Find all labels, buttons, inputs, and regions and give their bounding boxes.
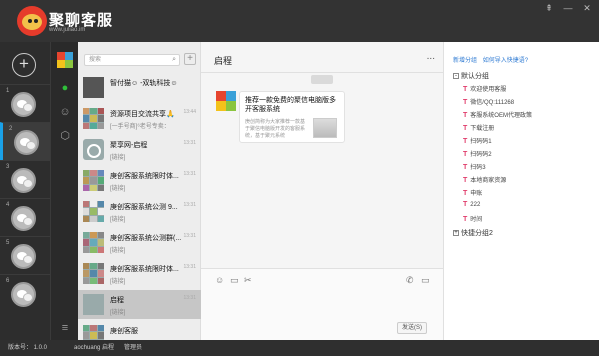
quick-reply-item[interactable]: T 本地商家资源 <box>463 175 506 184</box>
account-6[interactable]: 6 <box>0 274 50 312</box>
video-call-icon[interactable]: ▭ <box>421 275 430 286</box>
time-divider <box>311 75 333 84</box>
link-card-description: 庚创简称为大家推荐一款基于聚信电脑版开发的客服系统，基于聚元系统 <box>245 119 306 139</box>
contacts-icon[interactable]: ☺ <box>57 104 73 120</box>
wechat-avatar-icon <box>11 282 36 307</box>
wechat-avatar-icon <box>11 92 36 117</box>
send-button[interactable]: 发送(S) <box>397 322 427 334</box>
conversation-title: 启程 <box>214 56 233 66</box>
account-4[interactable]: 4 <box>0 198 50 236</box>
chat-item[interactable]: 智付猫☺ -双轨科技☺ <box>78 73 201 102</box>
emoji-icon[interactable]: ☺ <box>215 275 224 285</box>
link-card-image <box>313 118 337 138</box>
status-bar: 版本号： 1.0.0 aochuang 启程 管理员 <box>0 340 599 356</box>
chat-item[interactable]: 庚创客服系统限时体... [链接] 13:31 <box>78 259 201 288</box>
account-1[interactable]: 1 <box>0 84 50 122</box>
account-sidebar: + 1 2 3 4 5 6 <box>0 42 50 340</box>
group-thumbnail <box>83 108 104 129</box>
wechat-avatar-icon <box>11 168 36 193</box>
chat-icon[interactable]: ● <box>57 80 73 96</box>
quick-reply-item[interactable]: T 扫码码2 <box>463 149 492 158</box>
add-group-link[interactable]: 新增分组 <box>453 58 477 64</box>
quick-reply-item[interactable]: T 时间 <box>463 214 482 223</box>
conversation-panel: 启程 ... 推荐一款免费的聚信电脑版多开客服系统 庚创简称为大家推荐一款基于聚… <box>201 42 443 340</box>
account-2[interactable]: 2 <box>0 122 50 160</box>
quick-reply-item[interactable]: T 客服系统OEM代理政策 <box>463 110 532 119</box>
app-url: www.juliao.im <box>49 27 86 33</box>
new-chat-button[interactable]: + <box>184 53 196 65</box>
message-composer[interactable]: ☺ ▭ ✂ ✆ ▭ 发送(S) <box>201 268 443 340</box>
chat-list: 搜索 ⌕ + 智付猫☺ -双轨科技☺ 资源项目交流共享🙏 [一手号商]⁶老号专卖：… <box>78 42 201 346</box>
more-options-button[interactable]: ... <box>427 51 435 62</box>
link-card-title: 推荐一款免费的聚信电脑版多开客服系统 <box>245 97 336 113</box>
quick-reply-item[interactable]: T 222 <box>463 201 480 208</box>
box-icon[interactable]: ⬡ <box>57 128 73 144</box>
group-default[interactable]: - 默认分组 <box>453 71 489 81</box>
pin-button[interactable]: ⇞ <box>543 3 555 14</box>
group-thumbnail <box>83 170 104 191</box>
collapse-icon[interactable]: - <box>453 73 459 80</box>
chat-item[interactable]: 庚创客服系统限时体... [链接] 13:31 <box>78 166 201 195</box>
quick-reply-item[interactable]: T 欢迎使用客服 <box>463 84 506 93</box>
link-card-message[interactable]: 推荐一款免费的聚信电脑版多开客服系统 庚创简称为大家推荐一款基于聚信电脑版开发的… <box>239 91 345 143</box>
add-account-button[interactable]: + <box>12 53 36 77</box>
quick-reply-links: 新增分组 如何导入快捷语? <box>453 55 532 64</box>
chat-item-selected[interactable]: 启程 [链接] 13:31 <box>78 290 201 319</box>
current-user: aochuang 启程 <box>74 345 115 351</box>
quick-reply-item[interactable]: T 申账 <box>463 188 482 197</box>
group-quick-2[interactable]: + 快捷分组2 <box>453 228 493 238</box>
quick-reply-panel: 新增分组 如何导入快捷语? - 默认分组 T 欢迎使用客服 T 微信/QQ:11126… <box>443 42 599 340</box>
title-bar: 聚聊客服 www.juliao.im ⇞ — ✕ <box>0 0 599 42</box>
chat-item[interactable]: 庚创客服系统公测群(... [链接] 13:31 <box>78 228 201 257</box>
folder-icon[interactable]: ▭ <box>230 275 239 286</box>
sender-avatar <box>216 91 236 111</box>
quick-reply-item[interactable]: T 微信/QQ:111268 <box>463 97 514 106</box>
search-input[interactable]: 搜索 ⌕ <box>84 54 180 66</box>
user-role: 管理员 <box>124 345 143 351</box>
chat-thumbnail <box>83 139 104 160</box>
conversation-header: 启程 ... <box>201 42 443 73</box>
import-help-link[interactable]: 如何导入快捷语? <box>483 58 528 64</box>
chat-thumbnail <box>83 77 104 98</box>
my-avatar[interactable] <box>57 52 73 68</box>
app-logo-icon <box>17 6 47 36</box>
group-thumbnail <box>83 263 104 284</box>
phone-icon[interactable]: ✆ <box>406 275 414 286</box>
chat-item[interactable]: 资源项目交流共享🙏 [一手号商]⁶老号专卖： 13:44 <box>78 104 201 133</box>
chat-thumbnail <box>83 294 104 315</box>
nav-iconbar: ● ☺ ⬡ ≡ <box>50 42 78 340</box>
menu-icon[interactable]: ≡ <box>57 320 73 336</box>
version-label: 版本号： 1.0.0 <box>8 345 48 351</box>
minimize-button[interactable]: — <box>562 3 574 13</box>
quick-reply-item[interactable]: T 扫码码1 <box>463 136 492 145</box>
account-3[interactable]: 3 <box>0 160 50 198</box>
wechat-avatar-icon <box>11 244 36 269</box>
scissors-icon[interactable]: ✂ <box>244 275 252 286</box>
search-icon: ⌕ <box>172 56 176 63</box>
wechat-avatar-icon <box>11 206 36 231</box>
group-thumbnail <box>83 201 104 222</box>
chat-item[interactable]: 聚享网-启程 [链接] 13:31 <box>78 135 201 164</box>
close-button[interactable]: ✕ <box>581 3 593 14</box>
account-5[interactable]: 5 <box>0 236 50 274</box>
wechat-avatar-icon <box>14 130 39 155</box>
quick-reply-item[interactable]: T 下载注册 <box>463 123 494 132</box>
quick-reply-item[interactable]: T 扫码3 <box>463 162 486 171</box>
expand-icon[interactable]: + <box>453 230 459 237</box>
group-thumbnail <box>83 232 104 253</box>
chat-item[interactable]: 庚创客服系统公测 9... [链接] 13:31 <box>78 197 201 226</box>
